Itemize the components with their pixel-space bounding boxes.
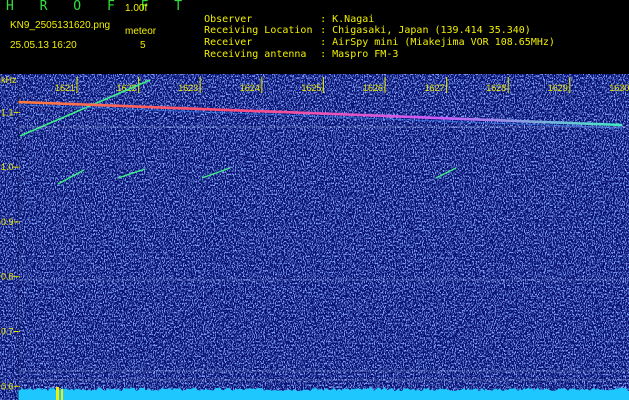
unit-label: kHz: [1, 75, 17, 85]
meteor-count: 5: [140, 40, 146, 51]
time-tick-label: 1623: [178, 83, 198, 93]
info-separator: :: [320, 49, 333, 60]
timestamp-label: 25.05.13 16:20: [10, 40, 77, 51]
time-tick-label: 1628: [486, 83, 506, 93]
freq-tick-label: 1.0: [1, 162, 14, 172]
time-tick-label: 1626: [363, 83, 383, 93]
freq-tick-label: 0.8: [1, 272, 14, 282]
baseline-marker: [56, 387, 59, 400]
time-tick-label: 1624: [240, 83, 260, 93]
hrofft-window: H R O F F T 1.00f KN9_2505131620.png met…: [0, 0, 629, 400]
freq-tick-label: 0.6: [1, 381, 14, 391]
version-label: 1.00f: [125, 3, 148, 14]
freq-tick-label: 1.1: [1, 107, 14, 117]
info-label: Receiving antenna: [204, 49, 307, 60]
time-tick-label: 1629: [548, 83, 568, 93]
app-title: H R O F F T: [6, 0, 192, 14]
freq-tick-label: 0.9: [1, 217, 14, 227]
spectrogram: kHz 1621 1622 1623 1624 1625 1626 1627 1628 1629 1…: [0, 74, 629, 400]
time-tick-label: 1621: [55, 83, 75, 93]
spectrogram-canvas: kHz 1621 1622 1623 1624 1625 1626 1627 1628 1629 1…: [0, 74, 629, 400]
info-value: Maspro FM-3: [332, 49, 399, 60]
time-tick-label: 1622: [117, 83, 137, 93]
baseline-marker: [61, 389, 63, 400]
filename-label: KN9_2505131620.png: [10, 20, 111, 31]
time-tick-label: 1625: [301, 83, 321, 93]
freq-tick-label: 0.7: [1, 327, 14, 337]
meteor-label: meteor: [125, 26, 157, 37]
time-tick-label: 1630: [609, 83, 629, 93]
left-frame: [18, 80, 19, 400]
time-tick-label: 1627: [425, 83, 445, 93]
info-antenna: Receiving antenna: Maspro FM-3: [180, 38, 398, 71]
